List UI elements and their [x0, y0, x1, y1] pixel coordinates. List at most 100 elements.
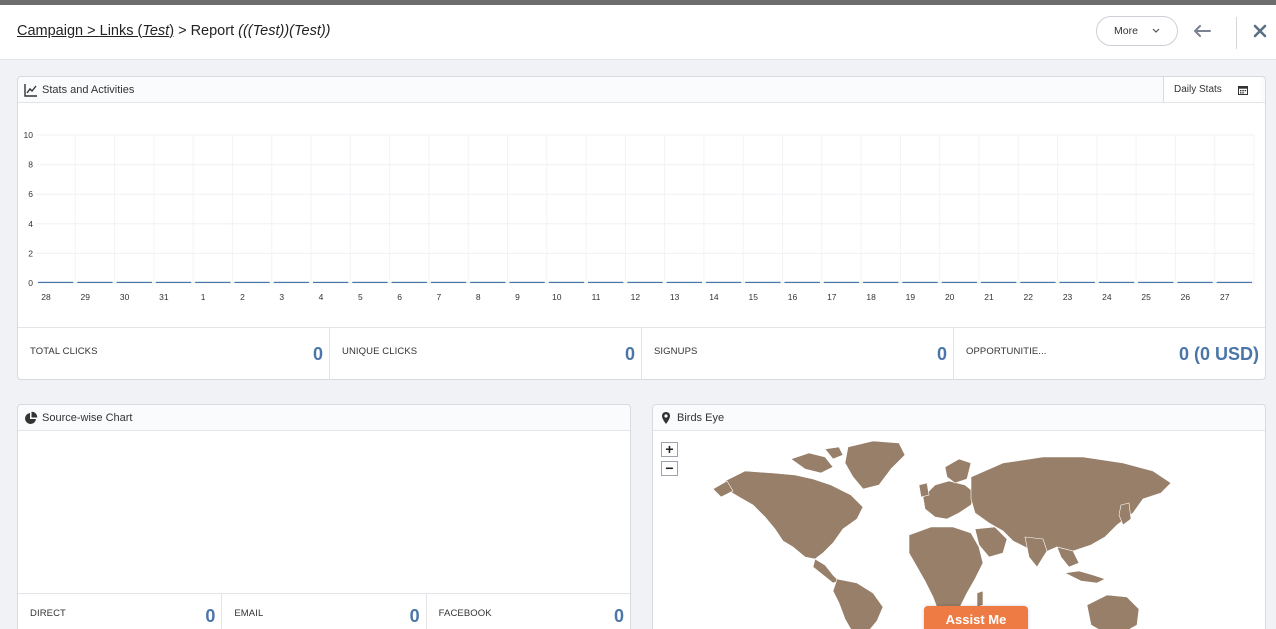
chart-bar[interactable] [1098, 281, 1135, 283]
back-button[interactable] [1190, 19, 1214, 43]
map-greenland [844, 440, 906, 490]
map-indonesia [1064, 570, 1106, 584]
kpi-value: 0 [613, 606, 624, 626]
x-tick-label: 13 [670, 292, 680, 302]
chart-bar[interactable] [902, 281, 938, 283]
line-chart-icon [24, 84, 37, 97]
chart-bar[interactable] [509, 281, 545, 283]
chart-bar[interactable] [1020, 281, 1056, 283]
chart-bar[interactable] [470, 281, 506, 283]
x-tick-label: 24 [1102, 292, 1112, 302]
breadcrumb-links-italic: Test [142, 23, 170, 39]
chart-bar[interactable] [784, 281, 820, 283]
kpi-value: 0 [624, 344, 635, 364]
world-map[interactable] [713, 433, 1193, 629]
map-south-america [832, 578, 884, 629]
chart-bar[interactable] [980, 281, 1017, 283]
birds-eye-panel: Birds Eye + − [652, 404, 1266, 629]
kpi-label: DIRECT [30, 608, 66, 619]
source-kpi-row: DIRECT 0 EMAIL 0 FACEBOOK 0 [18, 593, 630, 629]
calendar-icon [1237, 85, 1248, 95]
map-uk [918, 482, 930, 498]
birds-eye-panel-title: Birds Eye [677, 412, 725, 424]
kpi-label: OPPORTUNITIE... [966, 346, 1047, 357]
chart-bar[interactable] [666, 281, 702, 283]
x-tick-label: 31 [159, 292, 169, 302]
chart-bar[interactable] [823, 281, 860, 283]
chart-bar[interactable] [155, 281, 192, 283]
source-kpi-direct: DIRECT 0 [18, 594, 223, 629]
y-tick-label: 0 [28, 278, 33, 288]
chart-bar[interactable] [627, 281, 663, 283]
kpi-value: 0 [936, 344, 947, 364]
kpi-value: 0 [312, 344, 323, 364]
chart-bar[interactable] [312, 281, 349, 283]
x-tick-label: 18 [866, 292, 876, 302]
assist-me-button[interactable]: Assist Me [924, 606, 1028, 629]
y-tick-label: 8 [28, 160, 33, 170]
chart-bar[interactable] [548, 281, 585, 283]
daily-stats-button[interactable]: Daily Stats [1163, 77, 1261, 102]
chart-bar[interactable] [77, 281, 113, 283]
stats-panel-header: Stats and Activities Daily Stats [18, 77, 1265, 103]
chart-bar[interactable] [588, 281, 624, 283]
chart-bar[interactable] [1059, 281, 1095, 283]
map-arctic-islands [790, 452, 834, 474]
assist-me-label: Assist Me [945, 611, 1007, 627]
breadcrumb-links[interactable]: Links (Test) [100, 23, 174, 39]
breadcrumb: Campaign > Links (Test) > Report (((Test… [17, 23, 331, 39]
chart-bar[interactable] [863, 281, 899, 283]
breadcrumb-links-label: Links ( [99, 23, 143, 39]
x-tick-label: 4 [319, 292, 324, 302]
map-madagascar [976, 590, 984, 608]
report-header: Campaign > Links (Test) > Report (((Test… [0, 5, 1276, 60]
pie-chart-icon [25, 411, 38, 424]
chart-bar[interactable] [941, 281, 978, 283]
map-arctic-islands-2 [824, 446, 844, 460]
breadcrumb-campaign[interactable]: Campaign [17, 23, 83, 39]
kpi-label: FACEBOOK [438, 608, 492, 619]
x-tick-label: 9 [515, 292, 520, 302]
birds-eye-panel-header: Birds Eye [653, 405, 1265, 431]
chevron-down-icon [1152, 26, 1160, 36]
chart-bar[interactable] [234, 281, 270, 283]
x-tick-label: 15 [748, 292, 758, 302]
chart-bar[interactable] [116, 281, 152, 283]
chart-bar[interactable] [195, 281, 231, 283]
chart-bar[interactable] [430, 281, 467, 283]
stats-panel: Stats and Activities Daily Stats 0 2 4 6 8 10… [17, 76, 1266, 380]
x-tick-label: 25 [1141, 292, 1151, 302]
chart-bar[interactable] [705, 281, 742, 283]
zoom-out-button[interactable]: − [661, 461, 678, 476]
chart-bar[interactable] [37, 281, 74, 283]
chart-bar[interactable] [273, 281, 310, 283]
more-button-label: More [1114, 25, 1138, 37]
chart-bar[interactable] [391, 281, 427, 283]
chart-bar[interactable] [352, 281, 388, 283]
map-marker-icon [662, 412, 670, 424]
kpi-unique-clicks: UNIQUE CLICKS 0 [330, 328, 642, 380]
x-tick-label: 5 [358, 292, 363, 302]
chart-bar[interactable] [1138, 281, 1174, 283]
chart-bar[interactable] [1177, 281, 1213, 283]
breadcrumb-sep-1: > [83, 23, 100, 39]
map-central-america [812, 558, 840, 584]
zoom-in-button[interactable]: + [661, 442, 678, 457]
x-tick-label: 27 [1220, 292, 1230, 302]
map-europe [922, 480, 976, 520]
close-button[interactable] [1248, 19, 1272, 43]
kpi-row: TOTAL CLICKS 0 UNIQUE CLICKS 0 SIGNUPS 0… [18, 327, 1265, 380]
map-scandinavia [944, 458, 972, 484]
kpi-label: TOTAL CLICKS [30, 346, 98, 357]
chart-bar[interactable] [745, 281, 781, 283]
x-tick-label: 14 [709, 292, 719, 302]
kpi-opportunities: OPPORTUNITIE... 0 (0 USD) [954, 328, 1265, 380]
y-tick-label: 10 [24, 130, 34, 140]
kpi-label: UNIQUE CLICKS [342, 346, 418, 357]
stats-panel-title: Stats and Activities [42, 84, 135, 96]
chart-bar[interactable] [1216, 281, 1253, 283]
more-button[interactable]: More [1096, 16, 1178, 46]
kpi-label: EMAIL [234, 608, 264, 619]
x-tick-label: 22 [1024, 292, 1034, 302]
source-panel-header: Source-wise Chart [18, 405, 630, 431]
